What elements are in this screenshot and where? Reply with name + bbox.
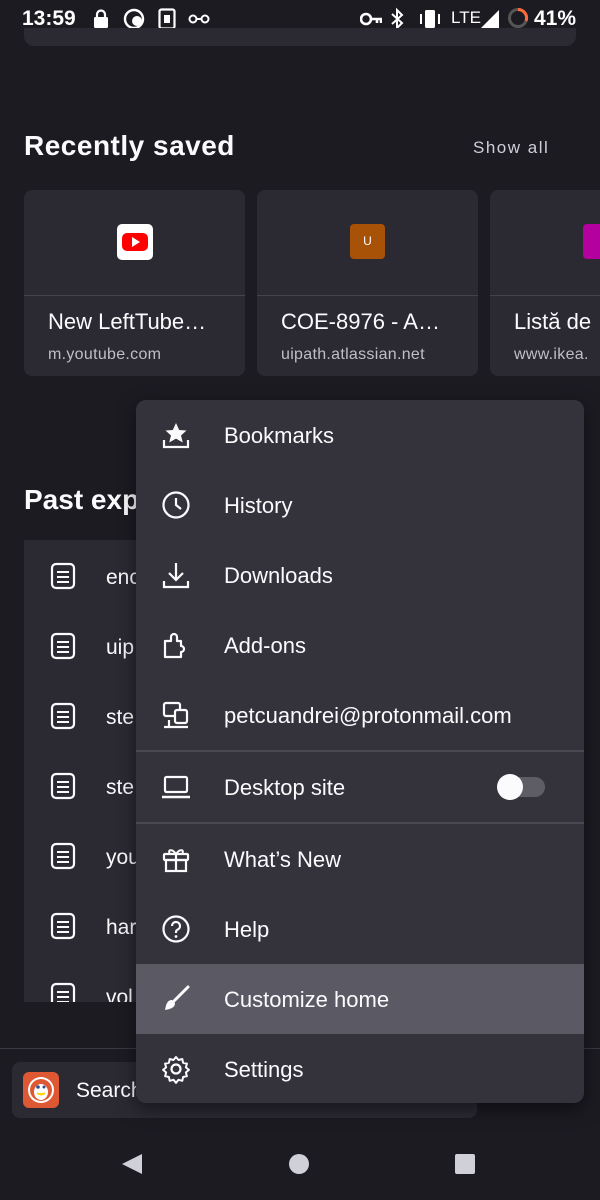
link-icon	[188, 14, 210, 24]
card-title: COE-8976 - A…	[281, 309, 440, 334]
menu-item-label: Downloads	[224, 563, 333, 588]
menu-item-help[interactable]: Help	[136, 894, 584, 964]
menu-item-label: What’s New	[224, 847, 341, 872]
laptop-icon	[162, 775, 190, 799]
menu-item-label: petcuandrei@protonmail.com	[224, 703, 512, 728]
menu-item-history[interactable]: History	[136, 470, 584, 540]
document-icon	[50, 772, 76, 800]
star-tray-icon	[162, 423, 190, 449]
site-square-icon	[583, 224, 600, 259]
document-icon	[50, 982, 76, 1002]
menu-item-label: Bookmarks	[224, 423, 335, 448]
battery-icon	[508, 7, 529, 28]
card-thumbnail	[490, 190, 600, 296]
menu-item-add-ons[interactable]: Add-ons	[136, 610, 584, 680]
menu-item-label: Settings	[224, 1057, 304, 1082]
recently-saved-card[interactable]: New LeftTube… m.youtube.com	[24, 190, 245, 376]
card-title: New LeftTube…	[48, 309, 207, 334]
menu-item-label: History	[224, 493, 293, 518]
menu-item-whats-new[interactable]: What’s New	[136, 824, 584, 894]
menu-item-desktop-site[interactable]: Desktop site	[136, 752, 584, 822]
sim-icon	[158, 8, 176, 30]
card-url: www.ikea.	[514, 346, 589, 363]
toggle-knob	[497, 774, 523, 800]
menu-item-downloads[interactable]: Downloads	[136, 540, 584, 610]
signal-icon	[481, 10, 499, 28]
card-thumbnail: U	[257, 190, 478, 296]
download-icon	[162, 563, 190, 589]
lock-icon	[94, 9, 108, 28]
past-explorations-title: Past exp	[24, 484, 140, 515]
help-icon	[162, 915, 190, 943]
desktop-site-toggle[interactable]	[497, 774, 545, 800]
document-icon	[50, 842, 76, 870]
system-nav-bar	[0, 1128, 600, 1200]
site-letter-icon: U	[350, 224, 385, 259]
menu-item-settings[interactable]: Settings	[136, 1034, 584, 1103]
home-icon[interactable]	[288, 1153, 310, 1175]
document-icon	[50, 702, 76, 730]
menu-item-account[interactable]: petcuandrei@protonmail.com	[136, 680, 584, 750]
menu-item-label: Customize home	[224, 987, 390, 1012]
card-title: Listă de	[514, 309, 592, 334]
data-saver-icon	[123, 8, 145, 30]
list-item-label: har	[106, 916, 137, 939]
search-placeholder: Search	[76, 1079, 143, 1102]
puzzle-icon	[163, 632, 186, 659]
menu-item-label: Add-ons	[224, 633, 306, 658]
list-item-label: uip	[106, 636, 135, 659]
duckduckgo-icon	[23, 1072, 59, 1108]
recently-saved-card[interactable]: U COE-8976 - A… uipath.atlassian.net	[257, 190, 478, 376]
show-all-link[interactable]: Show all	[473, 138, 549, 158]
menu-item-label: Desktop site	[224, 775, 346, 800]
menu-item-bookmarks[interactable]: Bookmarks	[136, 400, 584, 470]
list-item-label: enc	[106, 566, 140, 589]
recently-saved-title: Recently saved	[24, 130, 235, 161]
network-type: LTE	[451, 8, 481, 27]
key-icon	[360, 12, 382, 26]
list-item-label: vol	[106, 986, 133, 1002]
list-item-label: you	[106, 846, 140, 869]
card-thumbnail	[24, 190, 245, 296]
list-item-label: ste	[106, 776, 135, 799]
card-url: uipath.atlassian.net	[281, 346, 425, 363]
collections-card-edge	[24, 28, 576, 46]
clock-icon	[162, 491, 190, 519]
back-icon[interactable]	[120, 1152, 144, 1176]
card-url: m.youtube.com	[48, 346, 162, 363]
menu-item-customize-home[interactable]: Customize home	[136, 964, 584, 1034]
menu-item-label: Help	[224, 917, 270, 942]
main-menu: Bookmarks History Downloads Add-ons petc…	[136, 400, 584, 1103]
document-icon	[50, 632, 76, 660]
account-sync-icon	[162, 701, 189, 729]
document-icon	[50, 562, 76, 590]
list-item-label: ste	[106, 706, 135, 729]
recents-icon[interactable]	[455, 1154, 475, 1174]
vibrate-icon	[420, 10, 440, 28]
brush-icon	[165, 985, 190, 1010]
gift-icon	[162, 849, 190, 873]
youtube-icon	[117, 224, 153, 260]
document-icon	[50, 912, 76, 940]
gear-icon	[162, 1056, 190, 1084]
recently-saved-card[interactable]: Listă de www.ikea.	[490, 190, 600, 376]
